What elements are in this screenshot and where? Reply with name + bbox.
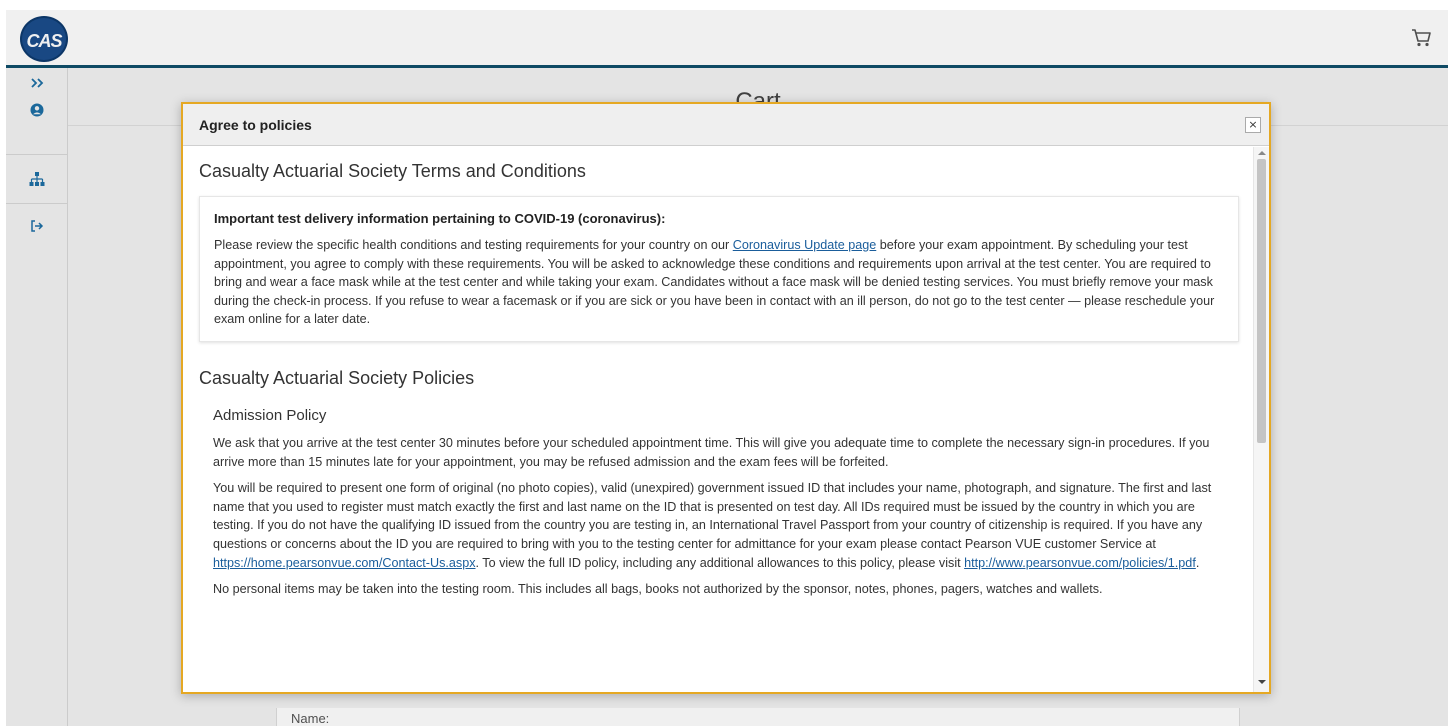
admission-paragraph-2: You will be required to present one form… [213, 481, 1212, 570]
pearson-policy-link[interactable]: http://www.pearsonvue.com/policies/1.pdf [964, 556, 1196, 570]
notice-title: Important test delivery information pert… [214, 211, 666, 226]
policies-modal: Agree to policies × Casualty Actuarial S… [181, 102, 1271, 694]
modal-header: Agree to policies × [183, 104, 1269, 146]
modal-body[interactable]: Casualty Actuarial Society Terms and Con… [183, 147, 1255, 692]
admission-policy: Admission Policy We ask that you arrive … [199, 407, 1239, 599]
scroll-thumb[interactable] [1257, 159, 1266, 443]
notice-text: Please review the specific health condit… [214, 238, 1215, 327]
covid-notice: Important test delivery information pert… [199, 196, 1239, 342]
close-icon: × [1248, 118, 1258, 131]
admission-paragraph-3: No personal items may be taken into the … [213, 582, 1103, 597]
scroll-down-arrow-icon[interactable] [1258, 680, 1266, 684]
modal-title: Agree to policies [199, 117, 312, 133]
policies-heading: Casualty Actuarial Society Policies [199, 367, 475, 388]
coronavirus-update-link[interactable]: Coronavirus Update page [733, 238, 877, 252]
admission-paragraph-1: We ask that you arrive at the test cente… [213, 435, 1210, 469]
scroll-up-arrow-icon[interactable] [1258, 151, 1266, 155]
modal-scrollbar[interactable] [1253, 147, 1269, 692]
close-button[interactable]: × [1245, 117, 1261, 133]
terms-heading: Casualty Actuarial Society Terms and Con… [199, 161, 586, 181]
admission-policy-heading: Admission Policy [213, 406, 327, 424]
pearson-contact-link[interactable]: https://home.pearsonvue.com/Contact-Us.a… [213, 556, 476, 570]
